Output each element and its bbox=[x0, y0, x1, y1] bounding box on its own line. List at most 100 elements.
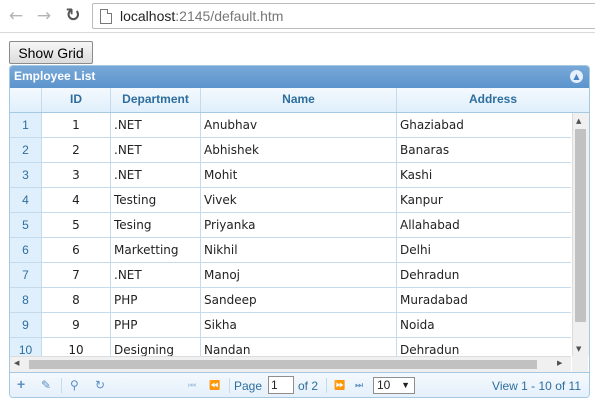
cell-id: 2 bbox=[42, 138, 111, 163]
vertical-scrollbar[interactable]: ▲ ▼ bbox=[572, 113, 589, 356]
table-row[interactable]: 9 9 PHP Sikha Noida bbox=[10, 313, 571, 338]
cell-name: Sandeep bbox=[201, 288, 397, 313]
cell-name: Vivek bbox=[201, 188, 397, 213]
edit-row-icon[interactable]: ✎ bbox=[41, 378, 51, 392]
page-icon bbox=[100, 9, 112, 24]
row-number: 7 bbox=[10, 263, 42, 288]
pager-separator bbox=[326, 378, 327, 393]
cell-department: .NET bbox=[111, 138, 201, 163]
cell-address: Kashi bbox=[397, 163, 571, 188]
reload-icon[interactable]: ↻ bbox=[63, 6, 83, 26]
cell-id: 4 bbox=[42, 188, 111, 213]
url-path: :2145/default.htm bbox=[175, 8, 284, 24]
show-grid-button[interactable]: Show Grid bbox=[9, 41, 93, 64]
grid-body: 1 1 .NET Anubhav Ghaziabad 2 2 .NET Abhi… bbox=[10, 113, 571, 356]
last-page-icon[interactable]: ⏭ bbox=[355, 380, 363, 391]
cell-address: Dehradun bbox=[397, 338, 571, 356]
chevron-down-icon: ▼ bbox=[401, 380, 410, 390]
table-row[interactable]: 4 4 Testing Vivek Kanpur bbox=[10, 188, 571, 213]
table-row[interactable]: 10 10 Designing Nandan Dehradun bbox=[10, 338, 571, 356]
scroll-right-arrow-icon[interactable]: ▶ bbox=[557, 359, 562, 367]
table-row[interactable]: 8 8 PHP Sandeep Muradabad bbox=[10, 288, 571, 313]
record-count-text: View 1 - 10 of 11 bbox=[492, 379, 581, 393]
row-number: 5 bbox=[10, 213, 42, 238]
grid-header: ID Department Name Address bbox=[10, 88, 589, 113]
row-number: 1 bbox=[10, 113, 42, 138]
cell-id: 9 bbox=[42, 313, 111, 338]
rows-per-page-value: 10 bbox=[377, 378, 391, 392]
row-number: 10 bbox=[10, 338, 42, 356]
horizontal-scrollbar[interactable]: ◀ ▶ bbox=[10, 356, 571, 372]
back-arrow-icon[interactable]: ← bbox=[6, 6, 26, 26]
add-row-icon[interactable]: + bbox=[17, 376, 25, 392]
cell-name: Nandan bbox=[201, 338, 397, 356]
table-row[interactable]: 3 3 .NET Mohit Kashi bbox=[10, 163, 571, 188]
cell-name: Priyanka bbox=[201, 213, 397, 238]
scroll-down-arrow-icon[interactable]: ▼ bbox=[576, 345, 581, 353]
search-icon[interactable]: ⚲ bbox=[70, 378, 79, 392]
cell-address: Dehradun bbox=[397, 263, 571, 288]
employee-grid: Employee List ▲ ID Department Name Addre… bbox=[9, 65, 590, 398]
scroll-left-arrow-icon[interactable]: ◀ bbox=[14, 359, 19, 367]
pager-separator bbox=[61, 378, 62, 393]
vertical-scroll-thumb[interactable] bbox=[575, 129, 586, 322]
column-header-address[interactable]: Address bbox=[397, 88, 589, 112]
cell-address: Delhi bbox=[397, 238, 571, 263]
grid-pager: + ✎ ⚲ ↻ ⏮ ⏪ Page of 2 ⏩ ⏭ 10 ▼ View 1 - … bbox=[10, 372, 589, 397]
table-row[interactable]: 5 5 Tesing Priyanka Allahabad bbox=[10, 213, 571, 238]
table-row[interactable]: 6 6 Marketting Nikhil Delhi bbox=[10, 238, 571, 263]
cell-department: .NET bbox=[111, 113, 201, 138]
cell-id: 8 bbox=[42, 288, 111, 313]
cell-department: PHP bbox=[111, 313, 201, 338]
cell-address: Allahabad bbox=[397, 213, 571, 238]
cell-id: 10 bbox=[42, 338, 111, 356]
cell-department: .NET bbox=[111, 263, 201, 288]
forward-arrow-icon[interactable]: → bbox=[34, 6, 54, 26]
cell-address: Ghaziabad bbox=[397, 113, 571, 138]
cell-name: Nikhil bbox=[201, 238, 397, 263]
row-number: 8 bbox=[10, 288, 42, 313]
cell-department: Marketting bbox=[111, 238, 201, 263]
cell-address: Noida bbox=[397, 313, 571, 338]
horizontal-scroll-thumb[interactable] bbox=[29, 360, 537, 369]
cell-address: Muradabad bbox=[397, 288, 571, 313]
pager-separator bbox=[229, 378, 230, 393]
address-url: localhost:2145/default.htm bbox=[120, 8, 283, 24]
cell-name: Anubhav bbox=[201, 113, 397, 138]
row-number: 3 bbox=[10, 163, 42, 188]
rownum-header bbox=[10, 88, 42, 112]
cell-department: PHP bbox=[111, 288, 201, 313]
column-header-department[interactable]: Department bbox=[111, 88, 201, 112]
collapse-icon[interactable]: ▲ bbox=[570, 70, 583, 83]
cell-id: 5 bbox=[42, 213, 111, 238]
grid-title: Employee List bbox=[14, 69, 96, 83]
scroll-up-arrow-icon[interactable]: ▲ bbox=[576, 117, 581, 125]
row-number: 4 bbox=[10, 188, 42, 213]
cell-department: .NET bbox=[111, 163, 201, 188]
table-row[interactable]: 7 7 .NET Manoj Dehradun bbox=[10, 263, 571, 288]
table-row[interactable]: 1 1 .NET Anubhav Ghaziabad bbox=[10, 113, 571, 138]
cell-department: Testing bbox=[111, 188, 201, 213]
row-number: 6 bbox=[10, 238, 42, 263]
column-header-name[interactable]: Name bbox=[201, 88, 397, 112]
cell-name: Abhishek bbox=[201, 138, 397, 163]
cell-department: Designing bbox=[111, 338, 201, 356]
scrollbar-corner bbox=[572, 356, 588, 372]
grid-caption: Employee List ▲ bbox=[10, 66, 589, 88]
cell-address: Kanpur bbox=[397, 188, 571, 213]
page-number-input[interactable] bbox=[268, 376, 294, 394]
next-page-icon[interactable]: ⏩ bbox=[334, 380, 345, 391]
address-bar[interactable]: localhost:2145/default.htm bbox=[92, 3, 595, 29]
table-row[interactable]: 2 2 .NET Abhishek Banaras bbox=[10, 138, 571, 163]
browser-toolbar: ← → ↻ localhost:2145/default.htm bbox=[0, 0, 595, 33]
prev-page-icon[interactable]: ⏪ bbox=[209, 380, 220, 391]
cell-name: Sikha bbox=[201, 313, 397, 338]
rows-per-page-select[interactable]: 10 ▼ bbox=[373, 377, 415, 394]
column-header-id[interactable]: ID bbox=[42, 88, 111, 112]
cell-name: Mohit bbox=[201, 163, 397, 188]
row-number: 9 bbox=[10, 313, 42, 338]
first-page-icon[interactable]: ⏮ bbox=[188, 380, 196, 391]
cell-address: Banaras bbox=[397, 138, 571, 163]
cell-department: Tesing bbox=[111, 213, 201, 238]
refresh-icon[interactable]: ↻ bbox=[95, 378, 105, 392]
